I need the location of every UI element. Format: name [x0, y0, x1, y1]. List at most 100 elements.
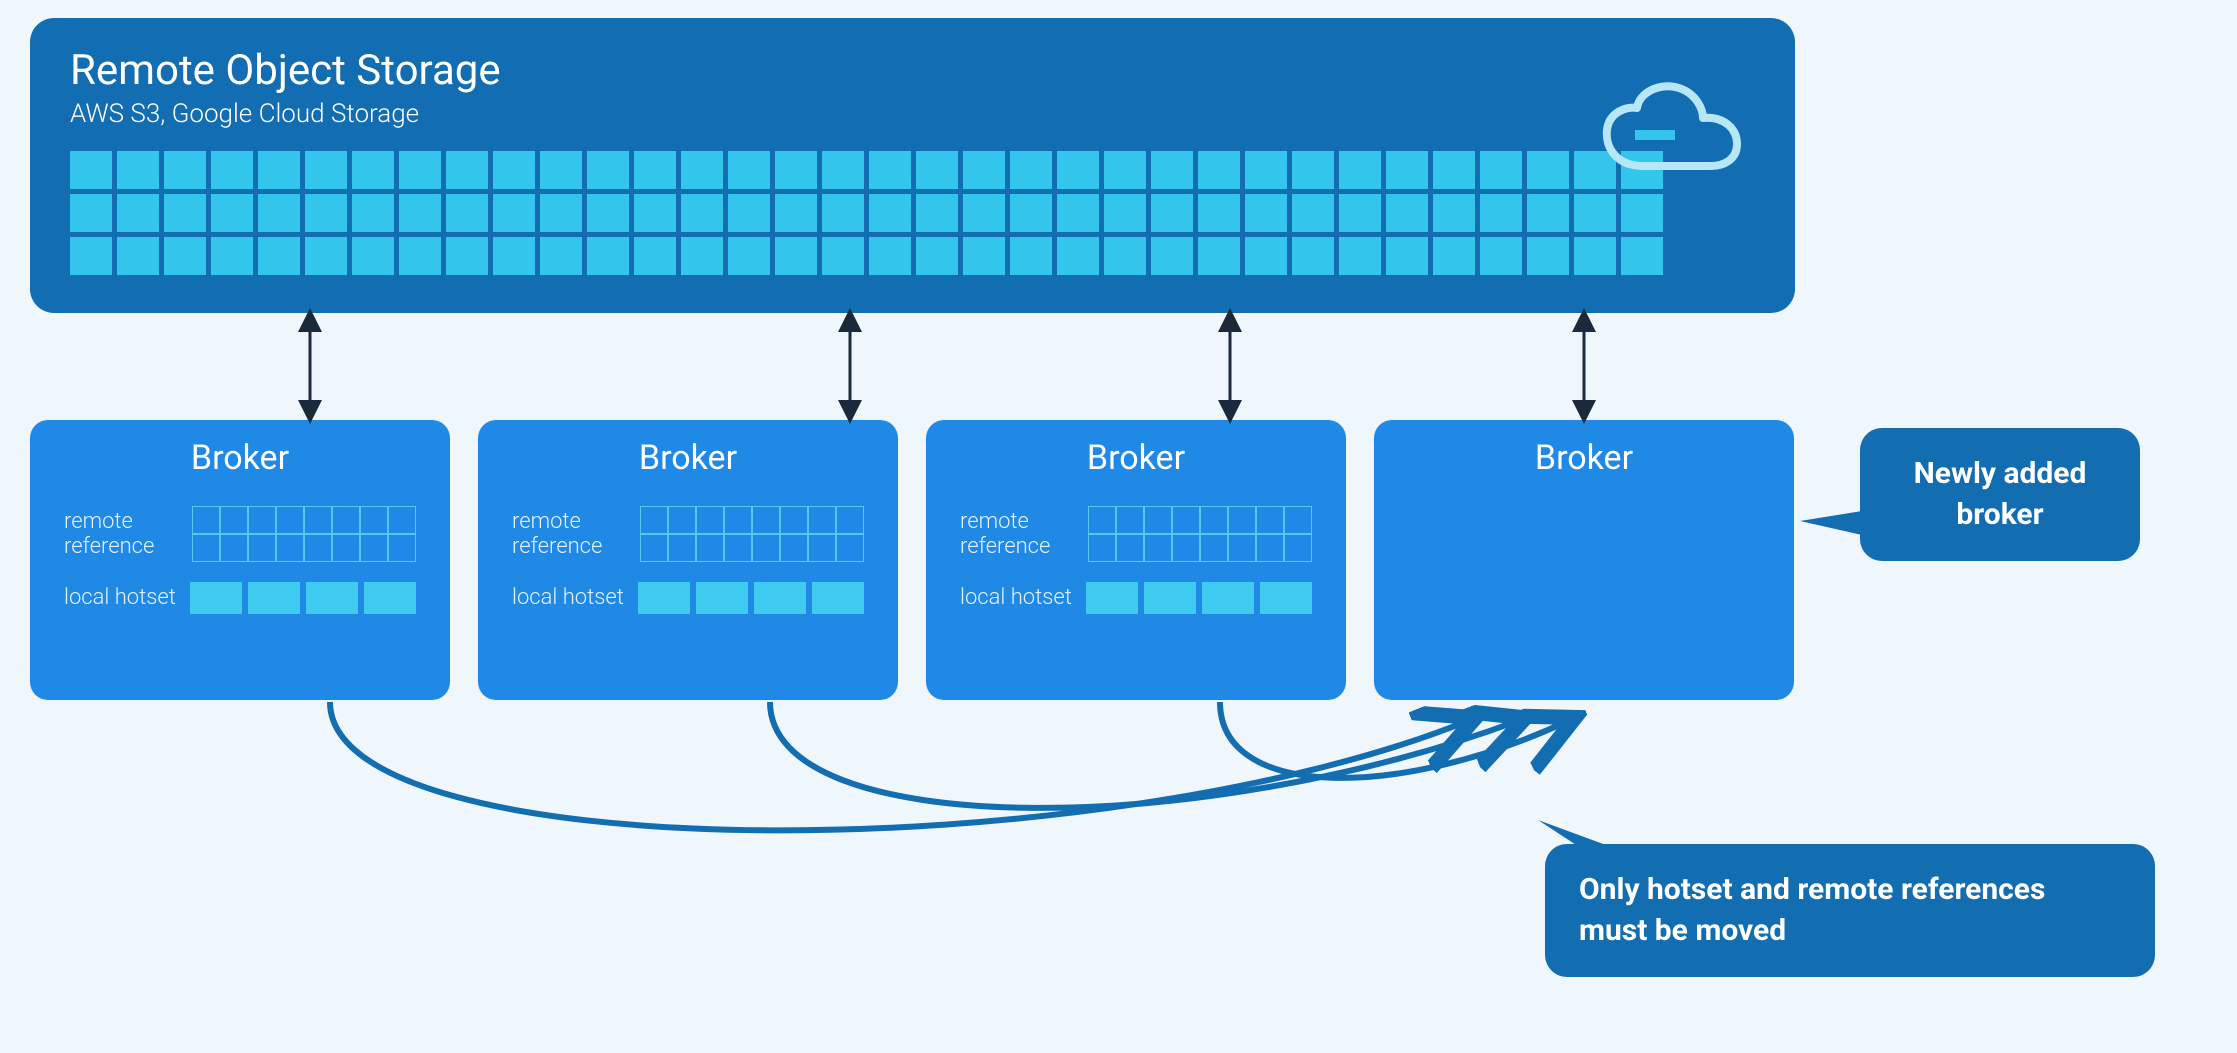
ref-row [192, 506, 416, 534]
ref-cell [668, 534, 696, 562]
local-hotset-label: local hotset [960, 585, 1076, 610]
storage-block [1010, 194, 1052, 232]
ref-cell [1116, 506, 1144, 534]
storage-block [305, 151, 347, 189]
ref-cell [1172, 506, 1200, 534]
storage-block [164, 237, 206, 275]
ref-cell [780, 506, 808, 534]
storage-block [775, 151, 817, 189]
storage-block [1480, 151, 1522, 189]
ref-cell [1284, 506, 1312, 534]
ref-cell [304, 506, 332, 534]
storage-block [1339, 237, 1381, 275]
ref-cell [752, 506, 780, 534]
storage-block [1151, 151, 1193, 189]
storage-block [1198, 194, 1240, 232]
ref-cell [1200, 506, 1228, 534]
storage-block [1104, 237, 1146, 275]
storage-block [117, 237, 159, 275]
remote-reference-label: remote reference [64, 509, 182, 560]
ref-cell [836, 506, 864, 534]
storage-block [493, 194, 535, 232]
storage-block [164, 194, 206, 232]
local-hotset-cells [1086, 582, 1312, 614]
hot-cell [306, 582, 358, 614]
storage-block [775, 194, 817, 232]
storage-block [1527, 151, 1569, 189]
storage-block [587, 237, 629, 275]
storage-block [1245, 151, 1287, 189]
storage-block [1574, 194, 1616, 232]
remote-reference-row: remote reference [926, 506, 1346, 562]
hot-cell [1260, 582, 1312, 614]
broker-panel: Broker remote reference local hotset [926, 420, 1346, 700]
storage-block [446, 237, 488, 275]
storage-block [399, 194, 441, 232]
storage-block-row [70, 194, 1755, 232]
broker-title: Broker [1374, 438, 1794, 478]
storage-block [822, 237, 864, 275]
storage-block [399, 237, 441, 275]
ref-cell [808, 506, 836, 534]
storage-block [1104, 151, 1146, 189]
storage-block [634, 237, 676, 275]
callout-moved: Only hotset and remote references must b… [1545, 844, 2155, 977]
storage-block [117, 194, 159, 232]
broker-title: Broker [926, 438, 1346, 478]
storage-block [634, 194, 676, 232]
storage-block [869, 194, 911, 232]
remote-reference-label: remote reference [960, 509, 1078, 560]
storage-block [775, 237, 817, 275]
hot-cell [638, 582, 690, 614]
storage-title: Remote Object Storage [70, 46, 1755, 95]
ref-cell [276, 506, 304, 534]
storage-block [1527, 194, 1569, 232]
ref-row [1088, 534, 1312, 562]
storage-block [681, 151, 723, 189]
ref-cell [780, 534, 808, 562]
ref-cell [1144, 506, 1172, 534]
storage-block [728, 237, 770, 275]
storage-block [1433, 151, 1475, 189]
hot-cell [696, 582, 748, 614]
ref-cell [1116, 534, 1144, 562]
storage-block [1057, 194, 1099, 232]
ref-row [192, 534, 416, 562]
storage-block [211, 237, 253, 275]
storage-block [1151, 194, 1193, 232]
broker-title: Broker [30, 438, 450, 478]
storage-block [587, 151, 629, 189]
storage-block [1339, 194, 1381, 232]
storage-block [634, 151, 676, 189]
ref-cell [220, 534, 248, 562]
ref-cell [276, 534, 304, 562]
remote-reference-row: remote reference [478, 506, 898, 562]
storage-block [916, 151, 958, 189]
hot-cell [754, 582, 806, 614]
ref-cell [1284, 534, 1312, 562]
storage-block [493, 151, 535, 189]
broker-panel: Broker remote reference local hotset [478, 420, 898, 700]
ref-cell [1088, 506, 1116, 534]
storage-block [963, 237, 1005, 275]
callout-new-broker: Newly added broker [1860, 428, 2140, 561]
storage-block [258, 237, 300, 275]
storage-block [1480, 237, 1522, 275]
ref-cell [668, 506, 696, 534]
storage-block [1574, 237, 1616, 275]
storage-block [1386, 151, 1428, 189]
storage-block [916, 194, 958, 232]
ref-cell [696, 506, 724, 534]
storage-block [1198, 237, 1240, 275]
cloud-icon [1595, 78, 1745, 188]
hot-cell [812, 582, 864, 614]
hot-cell [1202, 582, 1254, 614]
local-hotset-row: local hotset [30, 582, 450, 614]
storage-block [446, 194, 488, 232]
storage-block [1104, 194, 1146, 232]
storage-block [1386, 194, 1428, 232]
ref-cell [332, 506, 360, 534]
storage-block [587, 194, 629, 232]
broker-panel-new: Broker [1374, 420, 1794, 700]
storage-block [1386, 237, 1428, 275]
